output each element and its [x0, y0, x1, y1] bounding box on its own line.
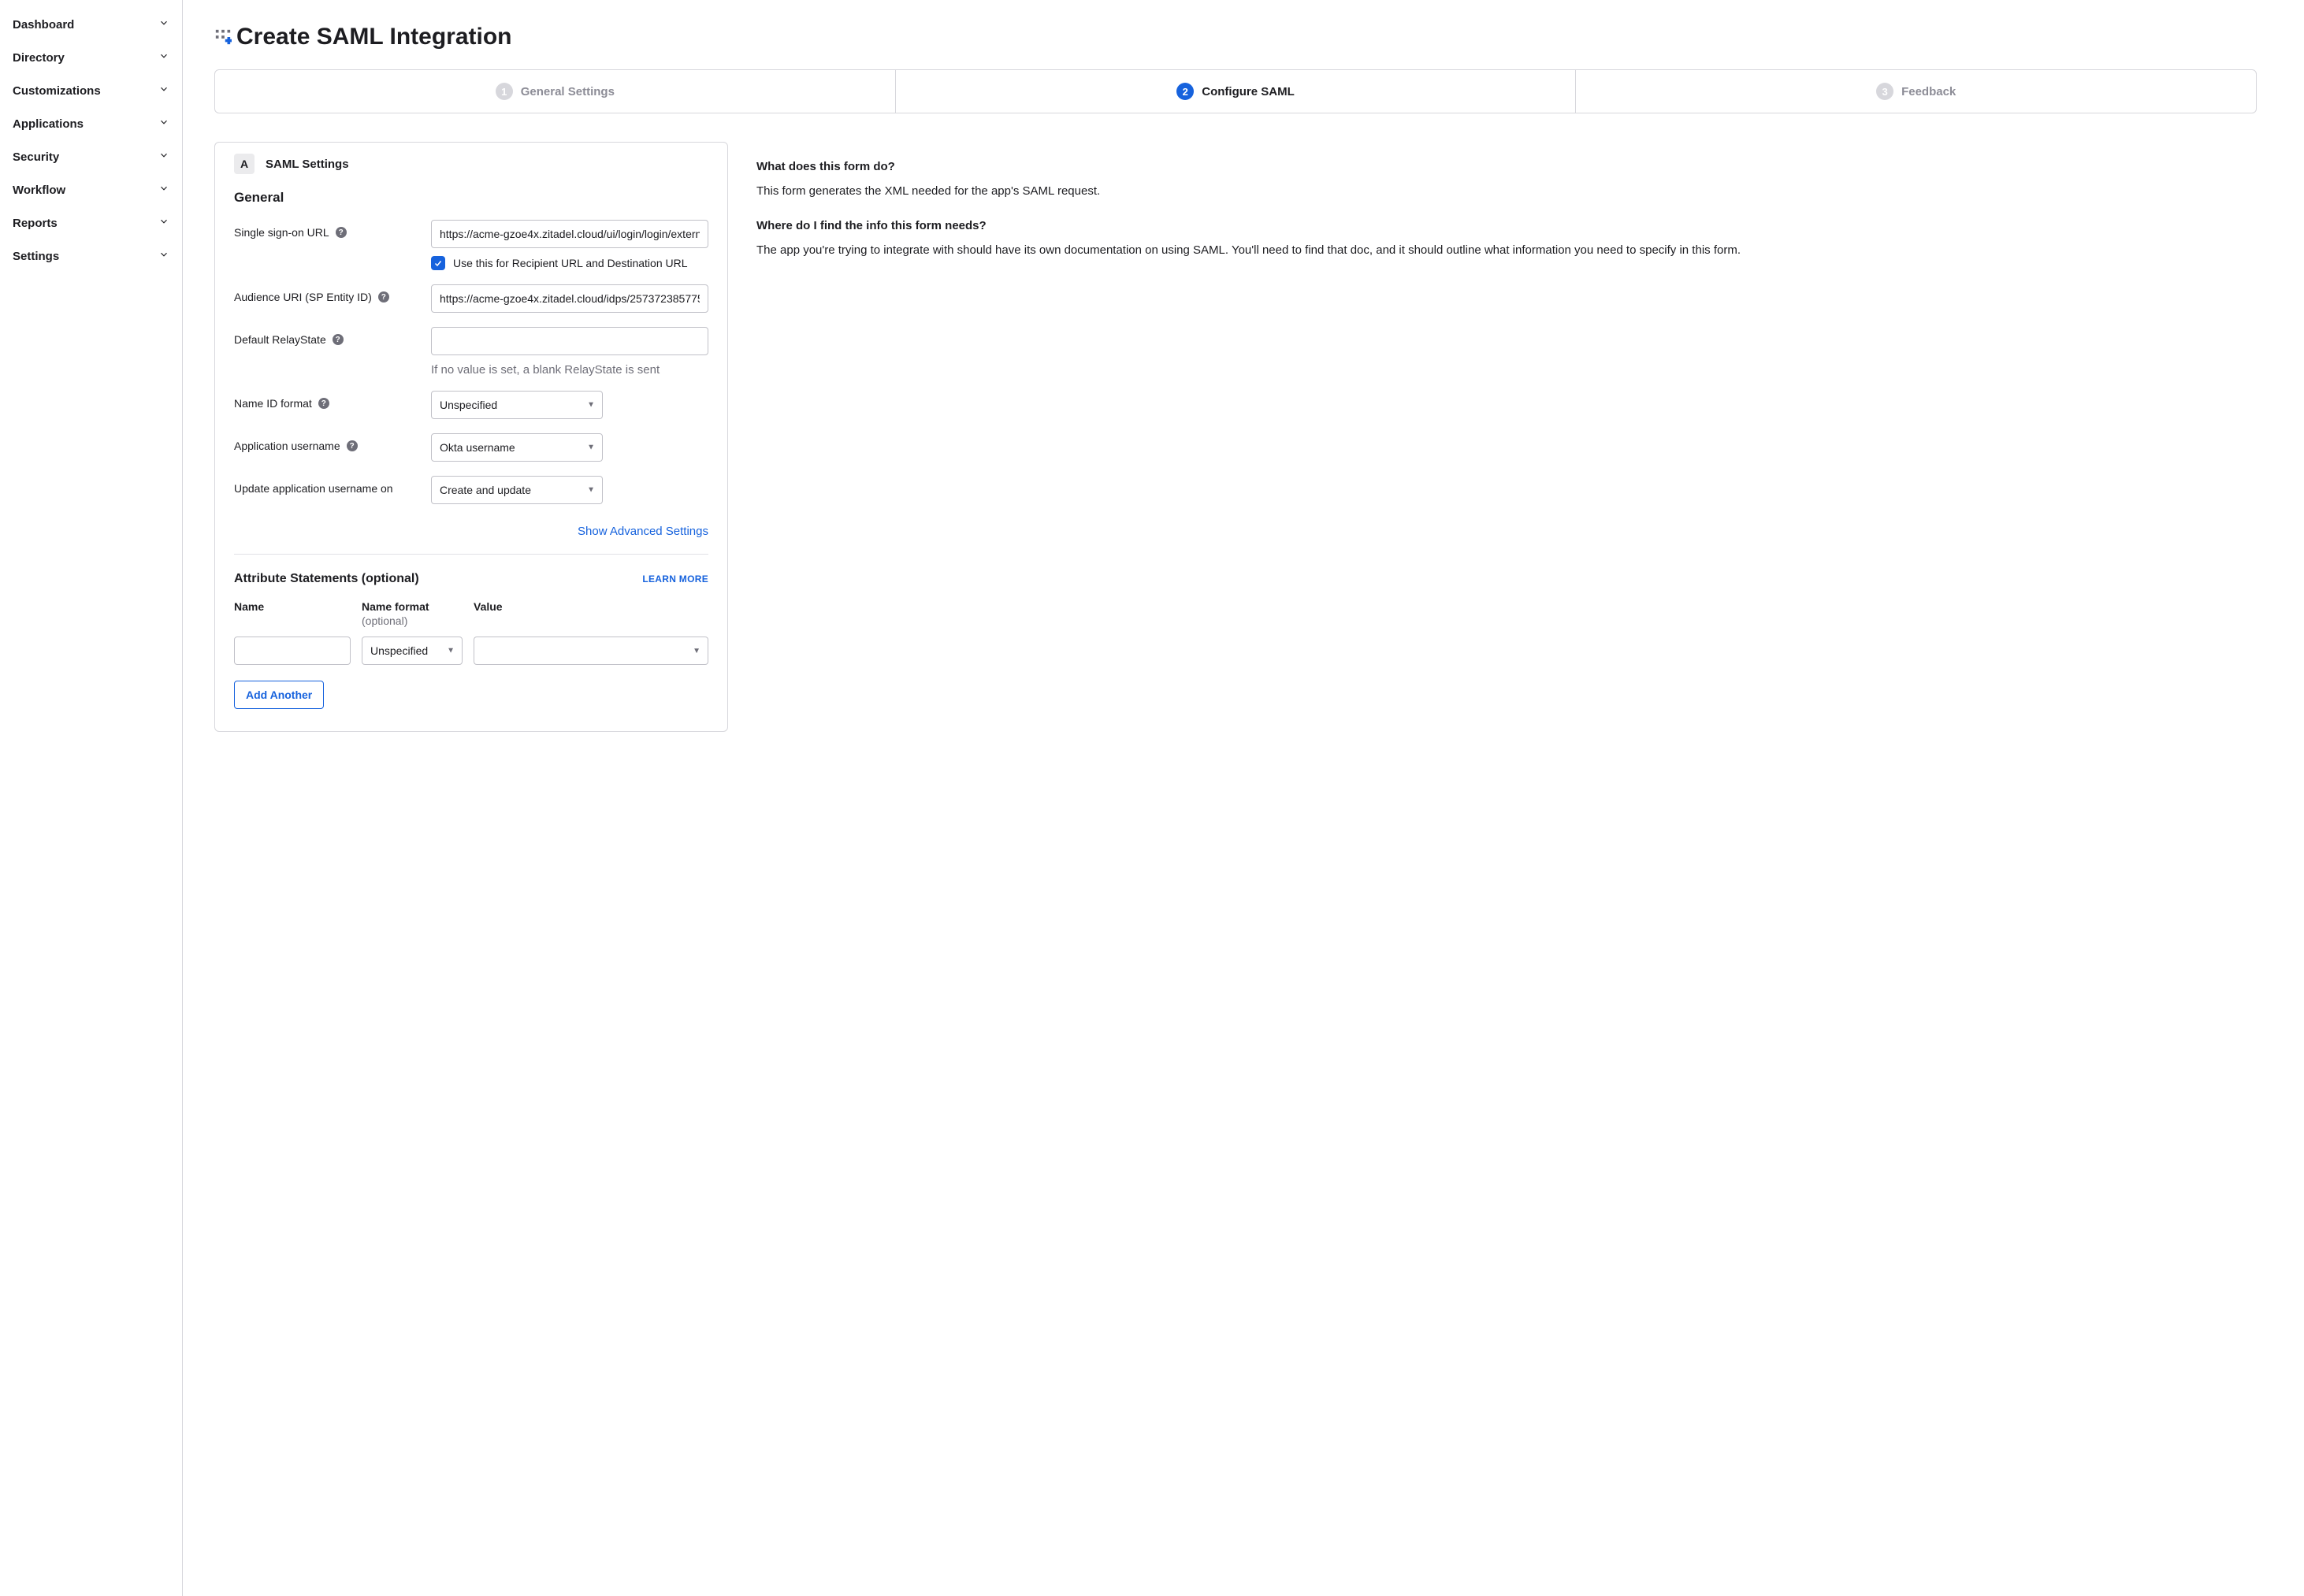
sidebar-item-label: Customizations — [13, 84, 101, 98]
page-title: Create SAML Integration — [236, 24, 512, 50]
wizard-step-feedback[interactable]: 3 Feedback — [1575, 70, 2256, 113]
sidebar-item-label: Security — [13, 150, 59, 164]
sso-url-input[interactable] — [431, 220, 708, 248]
sidebar-item-label: Workflow — [13, 184, 65, 197]
nameid-format-select[interactable] — [431, 391, 603, 419]
help-question-2: Where do I find the info this form needs… — [756, 217, 2257, 235]
sidebar-item-label: Reports — [13, 217, 58, 230]
attr-value-input[interactable] — [474, 637, 686, 665]
label-nameid-format: Name ID format — [234, 397, 312, 410]
help-icon[interactable]: ? — [333, 334, 344, 345]
chevron-down-icon — [158, 84, 169, 98]
attribute-row: ▼ ▼ — [234, 637, 708, 665]
saml-settings-panel: A SAML Settings General Single sign-on U… — [214, 142, 728, 732]
help-answer-2: The app you're trying to integrate with … — [756, 241, 2257, 259]
add-another-button[interactable]: Add Another — [234, 681, 324, 709]
wizard-steps: 1 General Settings 2 Configure SAML 3 Fe… — [214, 69, 2257, 113]
help-answer-1: This form generates the XML needed for t… — [756, 182, 2257, 200]
chevron-down-icon — [158, 150, 169, 164]
label-app-username: Application username — [234, 440, 340, 452]
update-username-on-select[interactable] — [431, 476, 603, 504]
sidebar-item-directory[interactable]: Directory — [0, 41, 182, 74]
chevron-down-icon — [158, 17, 169, 32]
app-username-select[interactable] — [431, 433, 603, 462]
help-icon[interactable]: ? — [347, 440, 358, 451]
chevron-down-icon — [158, 183, 169, 197]
wizard-step-configure-saml[interactable]: 2 Configure SAML — [895, 70, 1576, 113]
sidebar-item-settings[interactable]: Settings — [0, 239, 182, 273]
step-number: 2 — [1176, 83, 1194, 100]
step-label: General Settings — [521, 85, 615, 98]
help-icon[interactable]: ? — [378, 291, 389, 302]
label-relay-state: Default RelayState — [234, 333, 326, 346]
col-header-name: Name — [234, 600, 351, 627]
sidebar-item-workflow[interactable]: Workflow — [0, 173, 182, 206]
sidebar-item-reports[interactable]: Reports — [0, 206, 182, 239]
step-label: Feedback — [1901, 85, 1956, 98]
sidebar-item-label: Applications — [13, 117, 84, 131]
label-audience-uri: Audience URI (SP Entity ID) — [234, 291, 372, 303]
divider — [234, 554, 708, 555]
help-panel: What does this form do? This form genera… — [756, 142, 2257, 732]
help-icon[interactable]: ? — [336, 227, 347, 238]
wizard-step-general[interactable]: 1 General Settings — [215, 70, 895, 113]
chevron-down-icon — [158, 249, 169, 263]
relay-state-input[interactable] — [431, 327, 708, 355]
step-number: 1 — [496, 83, 513, 100]
use-for-recipient-checkbox[interactable] — [431, 256, 445, 270]
learn-more-link[interactable]: LEARN MORE — [642, 573, 708, 585]
help-icon[interactable]: ? — [318, 398, 329, 409]
sidebar-item-applications[interactable]: Applications — [0, 107, 182, 140]
panel-letter-badge: A — [234, 154, 255, 174]
sidebar-item-label: Dashboard — [13, 18, 74, 32]
label-sso-url: Single sign-on URL — [234, 226, 329, 239]
attr-name-input[interactable] — [234, 637, 351, 665]
chevron-down-icon — [158, 50, 169, 65]
step-label: Configure SAML — [1202, 85, 1295, 98]
col-header-format-sub: (optional) — [362, 614, 463, 627]
sidebar-item-label: Settings — [13, 250, 59, 263]
sidebar-item-dashboard[interactable]: Dashboard — [0, 8, 182, 41]
panel-title: SAML Settings — [266, 158, 349, 171]
sidebar-item-customizations[interactable]: Customizations — [0, 74, 182, 107]
col-header-format: Name format — [362, 600, 429, 613]
sidebar-item-label: Directory — [13, 51, 65, 65]
step-number: 3 — [1876, 83, 1893, 100]
show-advanced-settings-link[interactable]: Show Advanced Settings — [578, 525, 708, 538]
sidebar: Dashboard Directory Customizations Appli… — [0, 0, 183, 1596]
chevron-down-icon — [158, 117, 169, 131]
col-header-value: Value — [474, 600, 503, 627]
attribute-statements-heading: Attribute Statements (optional) — [234, 572, 419, 586]
apps-grid-icon — [214, 28, 232, 46]
attr-value-dropdown-button[interactable]: ▼ — [686, 637, 708, 665]
checkbox-label: Use this for Recipient URL and Destinati… — [453, 257, 688, 269]
section-heading-general: General — [234, 190, 708, 206]
relay-state-hint: If no value is set, a blank RelayState i… — [431, 363, 708, 377]
chevron-down-icon — [158, 216, 169, 230]
audience-uri-input[interactable] — [431, 284, 708, 313]
sidebar-item-security[interactable]: Security — [0, 140, 182, 173]
help-question-1: What does this form do? — [756, 158, 2257, 176]
attr-format-select[interactable] — [362, 637, 463, 665]
label-update-username-on: Update application username on — [234, 482, 393, 495]
